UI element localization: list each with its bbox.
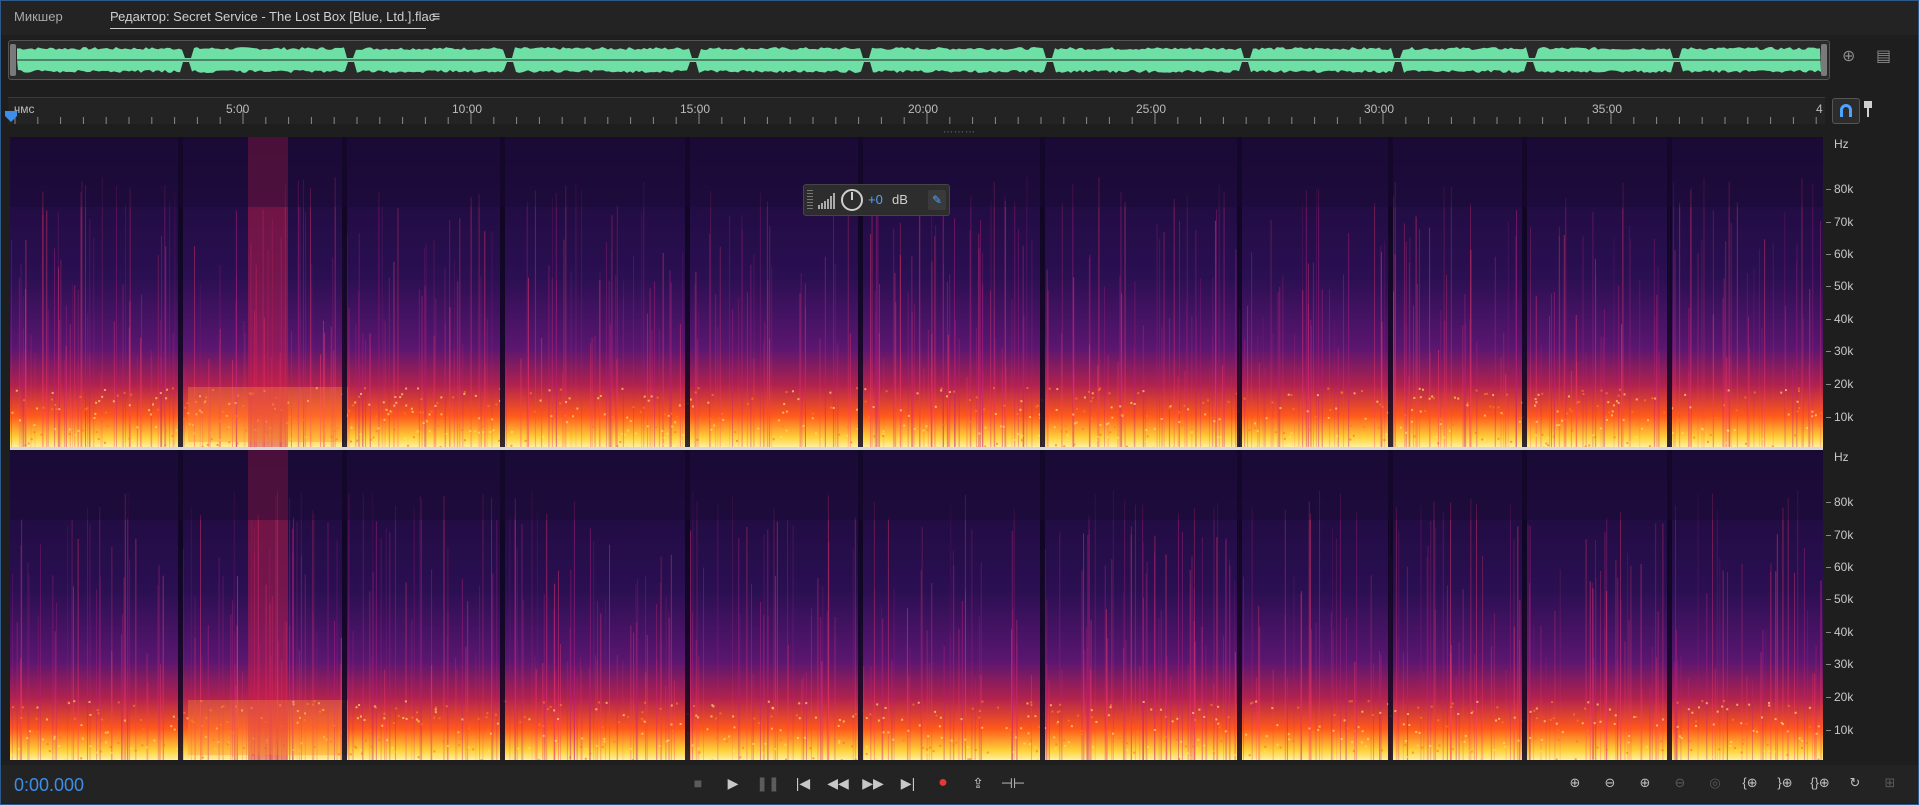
playhead-marker[interactable] [4, 110, 18, 124]
overview-waveform-graphic [17, 47, 1821, 73]
zoom-in-point-out-icon[interactable]: }⊕ [1770, 770, 1800, 796]
scale-label: 60k [1834, 560, 1854, 574]
scale-label: 20k [1834, 690, 1854, 704]
timecode-display[interactable]: 0:00.000 [14, 775, 84, 796]
scale-label: 20k [1834, 377, 1854, 391]
scale-label: 70k [1834, 528, 1854, 542]
scale-label: 50k [1834, 279, 1854, 293]
tab-mixer[interactable]: Микшер [14, 9, 63, 24]
hamburger-icon[interactable]: ≡ [432, 8, 440, 24]
ruler-mark: 10:00 [452, 102, 483, 116]
ruler-mark: 4 [1816, 102, 1823, 116]
volume-hud[interactable]: +0 dB ✎ [803, 184, 950, 216]
overview-waveform[interactable] [8, 40, 1830, 80]
volume-knob[interactable] [841, 189, 863, 211]
scale-unit: Hz [1834, 450, 1849, 464]
skip-selection-icon[interactable]: ⊣⊢ [1000, 770, 1026, 796]
overview-left-handle[interactable] [10, 44, 16, 76]
level-bars-icon [818, 193, 835, 209]
ruler-mark: 5:00 [226, 102, 250, 116]
zoom-icon[interactable]: ⊕ [1842, 46, 1855, 66]
scale-label: 60k [1834, 247, 1854, 261]
zoom-reset-icon[interactable]: ↻ [1840, 770, 1870, 796]
ruler-mark: 20:00 [908, 102, 939, 116]
active-tab-underline [110, 28, 426, 29]
zoom-out-time-icon[interactable]: ⊖ [1665, 770, 1695, 796]
loop-playback-icon[interactable]: ⇪ [965, 770, 991, 796]
ruler-mark: 25:00 [1136, 102, 1167, 116]
time-ruler[interactable]: чмс 5:00 10:00 15:00 20:00 25:00 30:00 3… [8, 97, 1825, 124]
play-icon[interactable]: ▶ [720, 770, 746, 796]
magnet-icon[interactable] [1832, 98, 1860, 124]
skip-to-end-icon[interactable]: ▶| [895, 770, 921, 796]
overview-right-handle[interactable] [1821, 44, 1827, 76]
pin-icon[interactable] [1862, 100, 1874, 121]
scale-unit: Hz [1834, 137, 1849, 151]
scale-label: 50k [1834, 592, 1854, 606]
zoom-out-full-icon[interactable]: ◎ [1700, 770, 1730, 796]
panel-icon[interactable]: ▤ [1876, 46, 1891, 66]
tab-editor[interactable]: Редактор: Secret Service - The Lost Box … [110, 9, 435, 24]
frequency-scale-right: Hz 80k 70k 60k 50k 40k 30k 20k 10k [1826, 450, 1916, 760]
pin-icon[interactable]: ✎ [928, 190, 946, 210]
ruler-mark: 30:00 [1364, 102, 1395, 116]
stop-icon[interactable]: ■ [685, 770, 711, 796]
scale-label: 10k [1834, 410, 1854, 424]
hud-drag-handle[interactable] [807, 190, 813, 210]
ruler-mark: 15:00 [680, 102, 711, 116]
volume-unit: dB [892, 192, 908, 207]
scale-label: 30k [1834, 657, 1854, 671]
volume-value[interactable]: +0 [868, 192, 883, 207]
zoom-to-clip-icon[interactable]: ⊞ [1875, 770, 1905, 796]
zoom-in-amplitude-icon[interactable]: ⊕ [1560, 770, 1590, 796]
scale-label: 10k [1834, 723, 1854, 737]
rewind-icon[interactable]: ◀◀ [825, 770, 851, 796]
pause-icon[interactable]: ❚❚ [755, 770, 781, 796]
spectrogram-graphic-right [10, 450, 1823, 760]
scale-label: 80k [1834, 182, 1854, 196]
scale-label: 40k [1834, 625, 1854, 639]
fast-forward-icon[interactable]: ▶▶ [860, 770, 886, 796]
frequency-scale-left: Hz 80k 70k 60k 50k 40k 30k 20k 10k [1826, 137, 1916, 447]
ruler-mark: 35:00 [1592, 102, 1623, 116]
scale-label: 30k [1834, 344, 1854, 358]
zoom-in-point-in-icon[interactable]: {⊕ [1735, 770, 1765, 796]
scale-label: 40k [1834, 312, 1854, 326]
skip-to-start-icon[interactable]: |◀ [790, 770, 816, 796]
scale-label: 80k [1834, 495, 1854, 509]
zoom-in-time-icon[interactable]: ⊕ [1630, 770, 1660, 796]
zoom-out-amplitude-icon[interactable]: ⊖ [1595, 770, 1625, 796]
zoom-to-selection-icon[interactable]: {}⊕ [1805, 770, 1835, 796]
record-icon[interactable]: ● [930, 770, 956, 796]
spectrogram-channel-right[interactable] [10, 450, 1823, 760]
scale-label: 70k [1834, 215, 1854, 229]
